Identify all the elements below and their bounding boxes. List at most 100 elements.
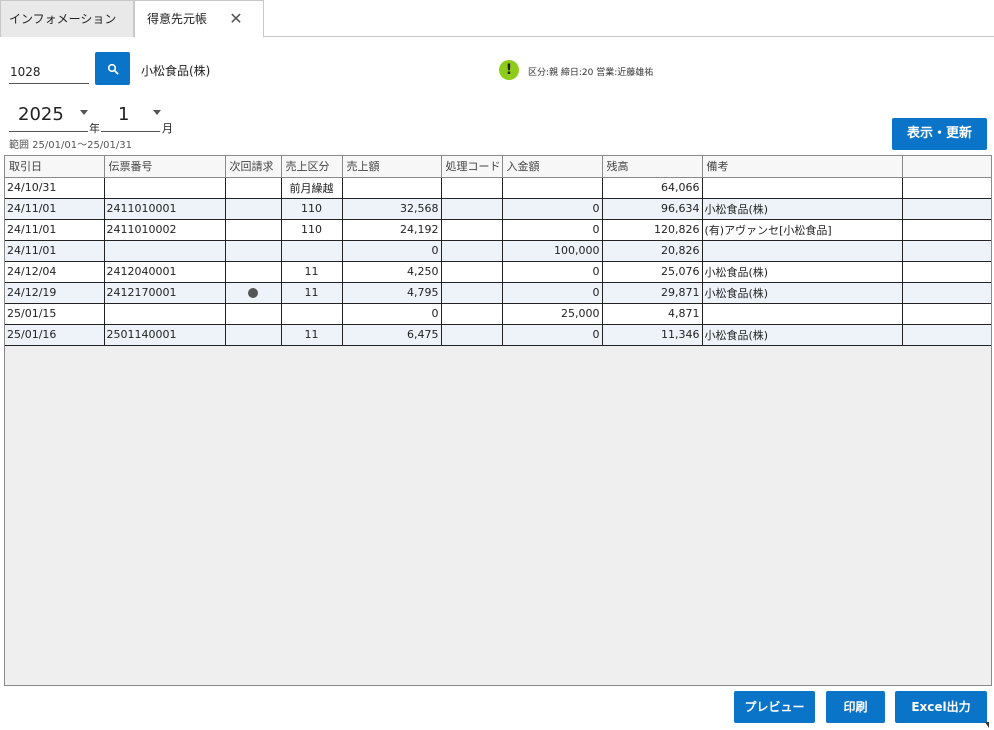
table-row[interactable]: 24/12/04 2412040001 11 4,250 0 25,076 小松食品(株): [5, 261, 991, 283]
cell-process-code: [441, 198, 503, 220]
cell-next-billing: [225, 303, 282, 325]
cell-balance: 20,826: [602, 240, 703, 262]
cell-balance: 96,634: [602, 198, 703, 220]
column-header-payment[interactable]: 入金額: [502, 156, 603, 178]
ledger-table: 取引日 伝票番号 次回請求 売上区分 売上額 処理コード 入金額 残高 備考 2…: [5, 156, 991, 346]
column-header-sales-category[interactable]: 売上区分: [281, 156, 343, 178]
cell-date: 24/12/04: [5, 261, 105, 283]
cell-payment: 100,000: [502, 240, 603, 262]
cell-sales-amount: [342, 177, 442, 199]
table-row[interactable]: 24/11/01 2411010001 110 32,568 0 96,634 小松食品(株…: [5, 198, 991, 220]
cell-next-billing: [225, 219, 282, 241]
cell-payment: 0: [502, 219, 603, 241]
column-header-note[interactable]: 備考: [702, 156, 903, 178]
column-header-sales-amount[interactable]: 売上額: [342, 156, 442, 178]
cell-payment: 0: [502, 198, 603, 220]
cell-note: [702, 177, 903, 199]
year-unit-label: 年: [89, 122, 100, 135]
print-button[interactable]: 印刷: [826, 691, 885, 723]
column-header-extra[interactable]: [902, 156, 991, 178]
cell-note: 小松食品(株): [702, 324, 903, 346]
cell-next-billing: [225, 324, 282, 346]
cell-note: (有)アヴァンセ[小松食品]: [702, 219, 903, 241]
month-underline: [101, 131, 160, 132]
cell-date: 24/11/01: [5, 240, 105, 262]
cell-date: 25/01/15: [5, 303, 105, 325]
cell-extra: [902, 219, 991, 241]
cell-note: 小松食品(株): [702, 261, 903, 283]
cell-date: 24/11/01: [5, 219, 105, 241]
cell-extra: [902, 177, 991, 199]
cell-note: 小松食品(株): [702, 198, 903, 220]
chevron-down-icon: [153, 110, 161, 115]
customer-name: 小松食品(株): [141, 64, 211, 78]
cell-date: 24/11/01: [5, 198, 105, 220]
cell-balance: 29,871: [602, 282, 703, 304]
month-value: 1: [118, 104, 130, 125]
cell-sales-category: [281, 303, 343, 325]
cell-balance: 25,076: [602, 261, 703, 283]
cell-next-billing: [225, 240, 282, 262]
ledger-body: 24/10/31 前月繰越 64,066 24/11/01 2411010001 110 3…: [5, 177, 991, 346]
cell-payment: 25,000: [502, 303, 603, 325]
chevron-down-icon: [80, 110, 88, 115]
cell-sales-amount: 24,192: [342, 219, 442, 241]
column-header-balance[interactable]: 残高: [602, 156, 703, 178]
cell-sales-category: 11: [281, 282, 343, 304]
tab-information[interactable]: インフォメーション: [0, 0, 134, 37]
cell-next-billing: [225, 282, 282, 304]
cell-note: [702, 240, 903, 262]
refresh-button[interactable]: 表示・更新: [892, 118, 987, 150]
cell-slip-number: 2411010001: [104, 198, 226, 220]
cell-sales-amount: 0: [342, 303, 442, 325]
close-icon[interactable]: ✕: [227, 1, 245, 37]
cell-sales-category: 11: [281, 324, 343, 346]
cell-sales-amount: 6,475: [342, 324, 442, 346]
cell-balance: 4,871: [602, 303, 703, 325]
cell-balance: 64,066: [602, 177, 703, 199]
exclamation-icon: !: [499, 60, 519, 80]
resize-grip-icon[interactable]: [985, 722, 989, 728]
cell-date: 25/01/16: [5, 324, 105, 346]
cell-process-code: [441, 324, 503, 346]
cell-extra: [902, 282, 991, 304]
customer-info: 区分:親 締日:20 営業:近藤雄祐: [528, 68, 654, 78]
cell-date: 24/10/31: [5, 177, 105, 199]
cell-next-billing: [225, 261, 282, 283]
preview-button[interactable]: プレビュー: [734, 691, 815, 723]
cell-process-code: [441, 240, 503, 262]
table-row[interactable]: 24/11/01 2411010002 110 24,192 0 120,826 (有)アヴ…: [5, 219, 991, 241]
cell-date: 24/12/19: [5, 282, 105, 304]
cell-sales-category: 110: [281, 198, 343, 220]
cell-next-billing: [225, 198, 282, 220]
month-unit-label: 月: [162, 122, 173, 135]
excel-export-button[interactable]: Excel出力: [895, 691, 987, 723]
cell-sales-category: 110: [281, 219, 343, 241]
year-underline: [9, 131, 88, 132]
cell-extra: [902, 324, 991, 346]
table-row[interactable]: 24/10/31 前月繰越 64,066: [5, 177, 991, 199]
table-row[interactable]: 25/01/16 2501140001 11 6,475 0 11,346 小松食品(株): [5, 324, 991, 346]
date-range: 範囲 25/01/01〜25/01/31: [9, 140, 133, 151]
cell-sales-amount: 0: [342, 240, 442, 262]
cell-process-code: [441, 177, 503, 199]
column-header-process-code[interactable]: 処理コード: [441, 156, 503, 178]
column-header-next-billing[interactable]: 次回請求: [225, 156, 282, 178]
column-header-date[interactable]: 取引日: [5, 156, 105, 178]
tab-customer-ledger[interactable]: 得意先元帳 ✕: [134, 0, 264, 38]
cell-process-code: [441, 219, 503, 241]
tab-customer-ledger-label: 得意先元帳: [147, 12, 208, 26]
cell-sales-amount: 4,250: [342, 261, 442, 283]
next-billing-dot-icon: [248, 288, 258, 298]
ledger-grid[interactable]: 取引日 伝票番号 次回請求 売上区分 売上額 処理コード 入金額 残高 備考 2…: [4, 155, 992, 686]
cell-payment: 0: [502, 261, 603, 283]
table-row[interactable]: 24/12/19 2412170001 11 4,795 0 29,871 小松食品(株): [5, 282, 991, 304]
table-row[interactable]: 24/11/01 0 100,000 20,826: [5, 240, 991, 262]
cell-balance: 120,826: [602, 219, 703, 241]
cell-payment: 0: [502, 324, 603, 346]
customer-code-input[interactable]: [9, 60, 89, 84]
table-row[interactable]: 25/01/15 0 25,000 4,871: [5, 303, 991, 325]
column-header-slip-number[interactable]: 伝票番号: [104, 156, 226, 178]
search-button[interactable]: [95, 52, 130, 85]
cell-slip-number: 2412040001: [104, 261, 226, 283]
